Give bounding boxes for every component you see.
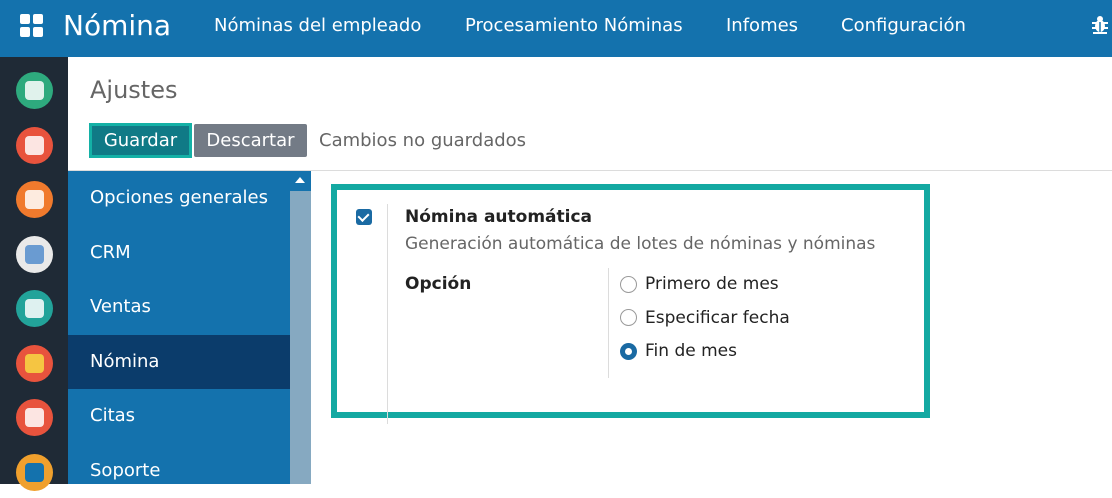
radio-first-of-month[interactable] <box>620 276 637 293</box>
discard-button[interactable]: Descartar <box>194 124 307 157</box>
top-navbar: Nómina Nóminas del empleado Procesamient… <box>0 0 1112 57</box>
radio-label-first-of-month[interactable]: Primero de mes <box>645 273 779 295</box>
app-sidebar <box>0 57 68 491</box>
radio-specify-date[interactable] <box>620 309 637 326</box>
menu-informes[interactable]: Infomes <box>726 15 798 37</box>
option-divider <box>608 268 609 378</box>
radio-label-specify-date[interactable]: Especificar fecha <box>645 307 790 329</box>
settings-nav-item-soporte[interactable]: Soporte <box>68 444 290 498</box>
settings-nav-item-crm[interactable]: CRM <box>68 226 290 280</box>
unsaved-changes-text: Cambios no guardados <box>319 130 527 151</box>
employees-app-icon[interactable] <box>16 290 53 327</box>
settings-nav-item-nomina[interactable]: Nómina <box>68 335 290 389</box>
save-button[interactable]: Guardar <box>89 123 192 158</box>
setting-title: Nómina automática <box>405 207 593 227</box>
option-label: Opción <box>405 274 472 294</box>
bug-icon[interactable] <box>1091 14 1109 34</box>
setting-description: Generación automática de lotes de nómina… <box>405 234 876 254</box>
menu-procesamiento-nominas[interactable]: Procesamiento Nóminas <box>465 15 683 37</box>
app-title[interactable]: Nómina <box>63 8 171 44</box>
crm-app-icon[interactable] <box>16 345 53 382</box>
apps-grid-icon[interactable] <box>20 14 44 38</box>
menu-configuracion[interactable]: Configuración <box>841 15 966 37</box>
page-title: Ajustes <box>90 76 178 104</box>
auto-payroll-checkbox[interactable] <box>356 209 372 225</box>
reports-app-icon[interactable] <box>16 399 53 436</box>
calendar-app-icon[interactable] <box>16 127 53 164</box>
settings-nav: Opciones generales CRM Ventas Nómina Cit… <box>68 171 290 484</box>
radio-label-end-of-month[interactable]: Fin de mes <box>645 340 737 362</box>
setting-divider <box>387 204 388 424</box>
settings-nav-scrollbar[interactable] <box>290 171 311 484</box>
support-app-icon[interactable] <box>16 454 53 491</box>
settings-nav-item-ventas[interactable]: Ventas <box>68 280 290 334</box>
scroll-up-arrow-icon[interactable] <box>290 171 311 191</box>
menu-nominas-empleado[interactable]: Nóminas del empleado <box>214 15 421 37</box>
contacts-app-icon[interactable] <box>16 236 53 273</box>
settings-nav-item-citas[interactable]: Citas <box>68 389 290 443</box>
settings-nav-item-general[interactable]: Opciones generales <box>68 171 290 225</box>
notes-app-icon[interactable] <box>16 181 53 218</box>
discuss-app-icon[interactable] <box>16 72 53 109</box>
radio-end-of-month[interactable] <box>620 343 637 360</box>
